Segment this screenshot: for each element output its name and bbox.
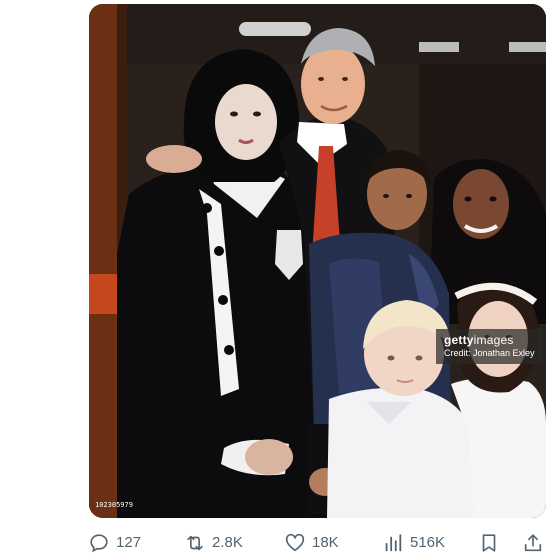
- share-button[interactable]: [522, 528, 544, 558]
- bookmark-button[interactable]: [478, 528, 500, 558]
- reply-count: 127: [116, 534, 142, 551]
- photo: [89, 4, 546, 518]
- views-button[interactable]: 516K: [382, 528, 445, 558]
- tweet-media-card[interactable]: gettyimages Credit: Jonathan Exley 10230…: [89, 4, 546, 518]
- watermark-logo-light: images: [473, 333, 514, 347]
- watermark-credit: Credit: Jonathan Exley: [444, 348, 535, 358]
- like-count: 18K: [312, 534, 339, 551]
- bookmark-icon: [482, 534, 496, 552]
- view-count: 516K: [410, 534, 446, 551]
- image-id: 102305979: [95, 501, 133, 509]
- getty-watermark: gettyimages Credit: Jonathan Exley: [436, 329, 543, 364]
- watermark-logo: gettyimages: [444, 333, 535, 347]
- reply-button[interactable]: 127: [88, 528, 141, 558]
- views-icon: [385, 534, 402, 552]
- share-icon: [524, 534, 542, 552]
- retweet-count: 2.8K: [212, 534, 243, 551]
- watermark-logo-bold: getty: [444, 333, 474, 347]
- tweet-action-bar: 127 2.8K 18K 516K: [88, 528, 548, 558]
- retweet-button[interactable]: 2.8K: [184, 528, 243, 558]
- heart-icon: [285, 533, 305, 552]
- retweet-icon: [187, 535, 203, 551]
- like-button[interactable]: 18K: [284, 528, 339, 558]
- reply-icon: [90, 534, 108, 553]
